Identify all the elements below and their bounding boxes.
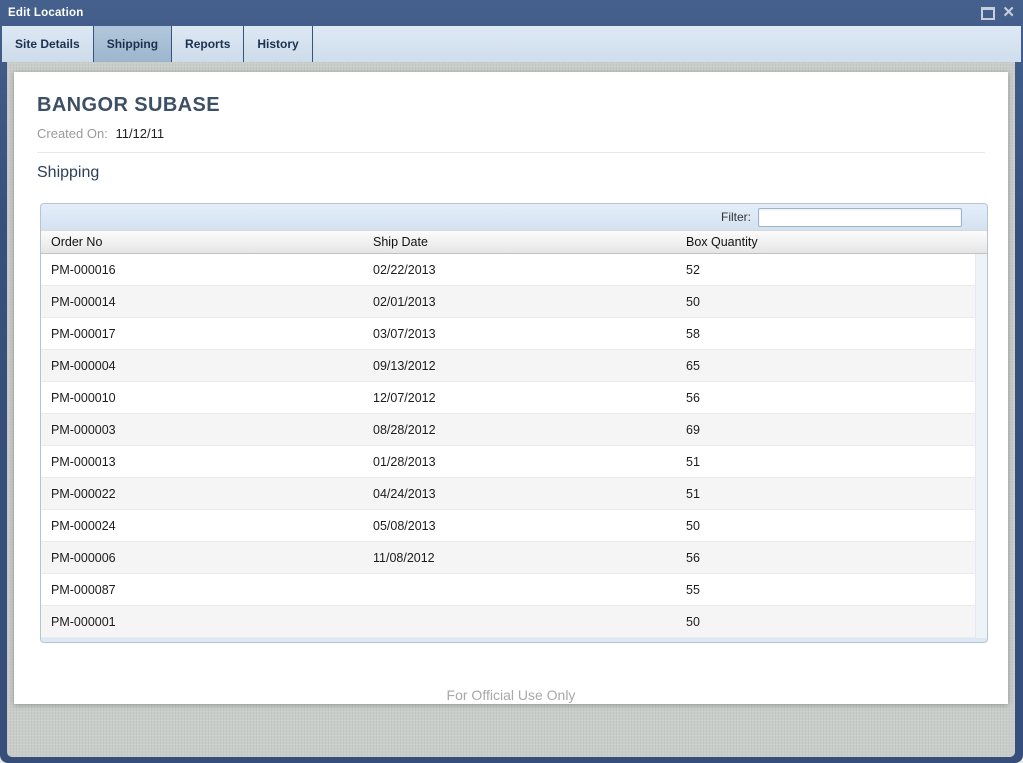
cell-box-quantity: 56	[676, 551, 975, 565]
column-header-order-no[interactable]: Order No	[41, 235, 363, 249]
cell-ship-date: 12/07/2012	[363, 391, 676, 405]
cell-box-quantity: 51	[676, 487, 975, 501]
cell-box-quantity: 50	[676, 519, 975, 533]
edit-location-window: Edit Location ✕ Site DetailsShippingRepo…	[0, 0, 1023, 763]
created-on-label: Created On:	[37, 126, 108, 141]
tab-shipping[interactable]: Shipping	[94, 26, 172, 62]
table-row[interactable]: PM-00000409/13/201265	[41, 350, 975, 382]
cell-order-no: PM-000016	[41, 263, 363, 277]
cell-order-no: PM-000013	[41, 455, 363, 469]
cell-ship-date: 03/07/2013	[363, 327, 676, 341]
close-icon[interactable]: ✕	[1002, 6, 1015, 20]
cell-ship-date: 08/28/2012	[363, 423, 676, 437]
table-row[interactable]: PM-00001301/28/201351	[41, 446, 975, 478]
cell-order-no: PM-000087	[41, 583, 363, 597]
cell-order-no: PM-000010	[41, 391, 363, 405]
footer-note: For Official Use Only	[14, 687, 1008, 704]
filter-label: Filter:	[721, 210, 751, 224]
created-on-value: 11/12/11	[115, 126, 164, 141]
created-on-line: Created On: 11/12/11	[37, 126, 164, 141]
table-row[interactable]: PM-00001012/07/201256	[41, 382, 975, 414]
cell-ship-date: 05/08/2013	[363, 519, 676, 533]
tab-reports[interactable]: Reports	[172, 26, 244, 62]
tab-history[interactable]: History	[244, 26, 312, 62]
cell-ship-date: 02/01/2013	[363, 295, 676, 309]
cell-box-quantity: 56	[676, 391, 975, 405]
tab-bar: Site DetailsShippingReportsHistory	[2, 26, 1021, 62]
cell-box-quantity: 69	[676, 423, 975, 437]
table-row[interactable]: PM-00001703/07/201358	[41, 318, 975, 350]
cell-order-no: PM-000014	[41, 295, 363, 309]
table-row[interactable]: PM-00002204/24/201351	[41, 478, 975, 510]
cell-order-no: PM-000001	[41, 615, 363, 629]
cell-ship-date: 11/08/2012	[363, 551, 676, 565]
window-controls: ✕	[981, 6, 1015, 20]
tab-site-details[interactable]: Site Details	[2, 26, 94, 62]
table-row[interactable]: PM-000087 55	[41, 574, 975, 606]
cell-box-quantity: 65	[676, 359, 975, 373]
maximize-icon[interactable]	[981, 7, 995, 20]
section-title: Shipping	[37, 164, 99, 182]
cell-order-no: PM-000017	[41, 327, 363, 341]
cell-box-quantity: 55	[676, 583, 975, 597]
main-panel: BANGOR SUBASE Created On: 11/12/11 Shipp…	[14, 72, 1008, 704]
cell-order-no: PM-000006	[41, 551, 363, 565]
divider	[37, 152, 985, 153]
cell-box-quantity: 52	[676, 263, 975, 277]
column-header-box-quantity[interactable]: Box Quantity	[676, 235, 987, 249]
cell-order-no: PM-000003	[41, 423, 363, 437]
cell-order-no: PM-000024	[41, 519, 363, 533]
column-header-ship-date[interactable]: Ship Date	[363, 235, 676, 249]
grid-body: PM-00001602/22/201352PM-00001402/01/2013…	[41, 254, 987, 643]
table-row[interactable]: PM-00001402/01/201350	[41, 286, 975, 318]
page-title: BANGOR SUBASE	[37, 94, 220, 117]
cell-box-quantity: 50	[676, 615, 975, 629]
cell-ship-date: 02/22/2013	[363, 263, 676, 277]
titlebar: Edit Location ✕	[0, 0, 1023, 26]
table-row[interactable]: PM-00002405/08/201350	[41, 510, 975, 542]
grid-header: Order NoShip DateBox Quantity	[41, 230, 987, 254]
shipping-grid: Filter: Order NoShip DateBox Quantity PM…	[40, 203, 988, 643]
cell-box-quantity: 58	[676, 327, 975, 341]
table-row[interactable]: PM-00000611/08/201256	[41, 542, 975, 574]
cell-ship-date: 01/28/2013	[363, 455, 676, 469]
filter-input[interactable]	[758, 208, 962, 227]
table-row[interactable]: PM-000001 50	[41, 606, 975, 638]
cell-ship-date: 09/13/2012	[363, 359, 676, 373]
content-area: BANGOR SUBASE Created On: 11/12/11 Shipp…	[7, 62, 1015, 757]
cell-box-quantity: 51	[676, 455, 975, 469]
window-title: Edit Location	[8, 7, 83, 19]
table-row[interactable]: PM-00001602/22/201352	[41, 254, 975, 286]
scrollbar-track[interactable]	[975, 254, 987, 638]
cell-ship-date: 04/24/2013	[363, 487, 676, 501]
cell-order-no: PM-000004	[41, 359, 363, 373]
cell-box-quantity: 50	[676, 295, 975, 309]
table-row[interactable]: PM-00000308/28/201269	[41, 414, 975, 446]
filter-bar: Filter:	[41, 204, 987, 230]
cell-order-no: PM-000022	[41, 487, 363, 501]
